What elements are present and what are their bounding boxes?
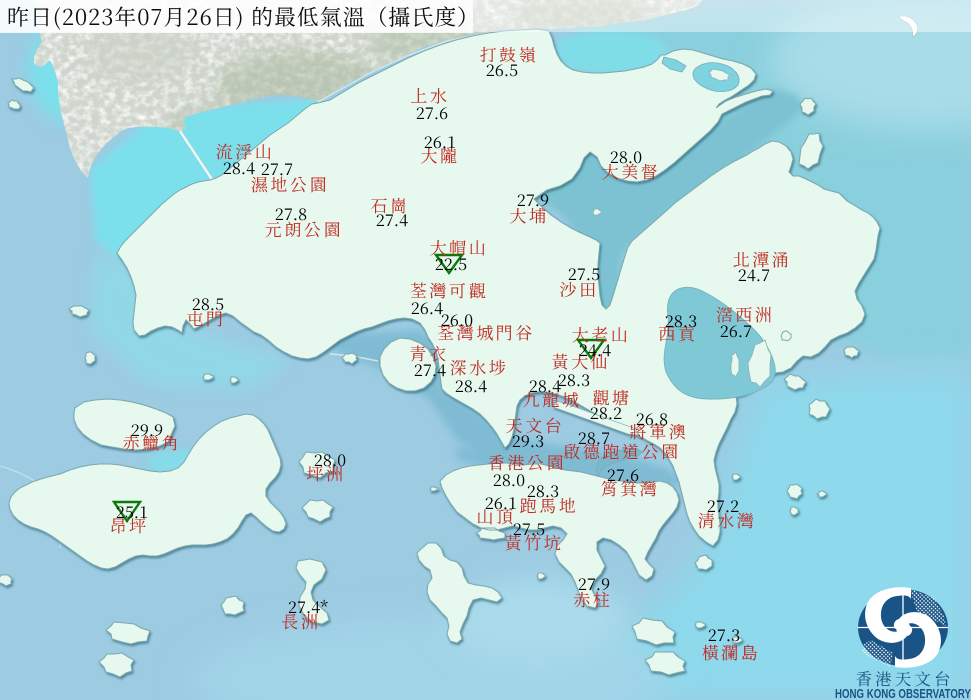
svg-text:28.2: 28.2 [590, 400, 622, 424]
svg-text:26.7: 26.7 [720, 318, 752, 342]
svg-text:28.5: 28.5 [192, 291, 224, 315]
svg-text:27.8: 27.8 [275, 201, 307, 225]
svg-text:27.5: 27.5 [513, 516, 545, 540]
svg-text:26.8: 26.8 [636, 406, 668, 430]
svg-text:27.9: 27.9 [578, 571, 610, 595]
svg-text:24.4: 24.4 [579, 337, 611, 361]
svg-text:25.1: 25.1 [116, 499, 148, 523]
svg-text:昨日(2023年07月26日) 的最低氣溫（攝氏度）: 昨日(2023年07月26日) 的最低氣溫（攝氏度） [7, 1, 480, 32]
svg-text:27.4*: 27.4* [288, 594, 328, 618]
svg-text:26.1: 26.1 [485, 490, 517, 514]
svg-text:29.9: 29.9 [131, 417, 163, 441]
svg-text:28.3: 28.3 [665, 308, 697, 332]
svg-text:27.5: 27.5 [568, 261, 600, 285]
svg-text:26.5: 26.5 [486, 57, 518, 81]
svg-text:27.7: 27.7 [261, 156, 293, 180]
svg-text:27.4: 27.4 [376, 207, 408, 231]
svg-text:HONG KONG OBSERVATORY: HONG KONG OBSERVATORY [835, 687, 971, 700]
svg-text:28.0: 28.0 [493, 467, 525, 491]
svg-text:27.4: 27.4 [414, 357, 446, 381]
svg-text:24.7: 24.7 [738, 262, 770, 286]
svg-text:27.3: 27.3 [708, 622, 740, 646]
svg-text:22.5: 22.5 [435, 251, 467, 275]
svg-text:28.3: 28.3 [558, 367, 590, 391]
svg-text:28.7: 28.7 [578, 425, 610, 449]
svg-text:27.9: 27.9 [517, 187, 549, 211]
svg-text:27.6: 27.6 [607, 462, 639, 486]
svg-text:28.4: 28.4 [529, 373, 561, 397]
svg-text:28.3: 28.3 [527, 478, 559, 502]
svg-text:28.0: 28.0 [314, 447, 346, 471]
svg-text:28.4: 28.4 [223, 155, 255, 179]
svg-text:27.2: 27.2 [707, 493, 739, 517]
svg-text:28.0: 28.0 [610, 144, 642, 168]
svg-text:26.1: 26.1 [424, 129, 456, 153]
svg-text:26.4: 26.4 [411, 295, 443, 319]
svg-text:29.3: 29.3 [512, 428, 544, 452]
svg-text:26.0: 26.0 [441, 307, 473, 331]
svg-text:27.6: 27.6 [416, 100, 448, 124]
svg-text:28.4: 28.4 [455, 373, 487, 397]
